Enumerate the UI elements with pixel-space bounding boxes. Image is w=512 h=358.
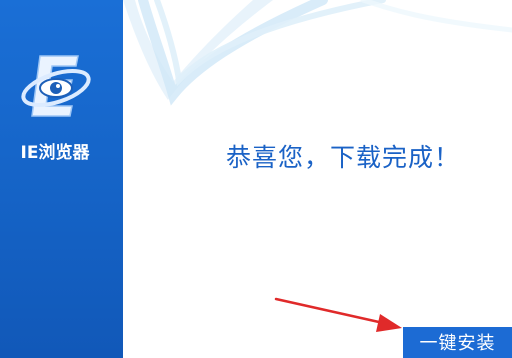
ie-browser-logo-icon: [21, 55, 91, 117]
sidebar-panel: IE浏览器: [0, 0, 123, 358]
download-complete-message: 恭喜您，下载完成！: [226, 143, 461, 172]
red-arrow-icon: [274, 297, 402, 332]
installer-window: IE浏览器 恭喜您，下载完成！ 一键安装: [0, 0, 512, 358]
app-name-label: IE浏览器: [20, 143, 90, 163]
one-click-install-button[interactable]: 一键安装: [403, 327, 512, 358]
decorative-swoosh: [123, 0, 512, 106]
